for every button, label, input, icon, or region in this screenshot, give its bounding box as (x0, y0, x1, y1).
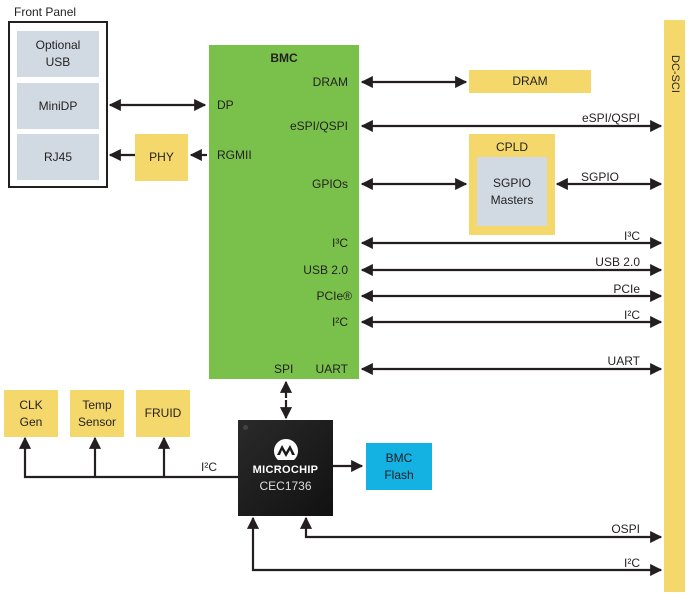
microchip-logo-icon (274, 439, 298, 460)
bus-label-sgpio: SGPIO (581, 170, 620, 184)
bus-label-i2c: I²C (624, 308, 640, 322)
bmc-port-uart: UART (315, 362, 348, 376)
bmc-port-dram: DRAM (312, 75, 348, 89)
wire-ospi (304, 522, 663, 544)
bus-label-espi: eSPI/QSPI (581, 111, 640, 125)
fruid-block: FRUID (136, 390, 190, 437)
dram-block: DRAM (469, 70, 591, 93)
bus-label-i3c: I³C (624, 229, 640, 243)
bus-label-usb: USB 2.0 (595, 255, 640, 269)
chip-part-number: CEC1736 (259, 479, 312, 493)
bus-label-i2c-bottom: I²C (624, 556, 640, 570)
bus-label-uart: UART (607, 354, 640, 368)
sgpio-masters-block: SGPIO Masters (477, 157, 547, 226)
front-panel-minidp: MiniDP (17, 83, 99, 129)
front-panel-title: Front Panel (14, 5, 77, 19)
front-panel-rj45: RJ45 (17, 134, 99, 180)
bmc-port-gpios: GPIOs (311, 177, 348, 191)
chip-brand: MICROCHIP (252, 464, 319, 476)
bmc-port-usb: USB 2.0 (303, 263, 348, 277)
cec1736-chip: MICROCHIP CEC1736 (238, 420, 333, 516)
bmc-flash-block: BMC Flash (366, 443, 432, 490)
cpld-title: CPLD (495, 140, 528, 154)
clk-gen-block: CLK Gen (4, 390, 58, 437)
bmc-port-i3c: I³C (332, 236, 348, 250)
bmc-title: BMC (270, 51, 298, 65)
dc-sci-bus (664, 20, 685, 592)
wire-i2c-bottom (251, 522, 663, 577)
bmc-port-espi: eSPI/QSPI (289, 119, 348, 133)
dc-sci-label: DC-SCI (669, 55, 681, 93)
front-panel-optional-usb: Optional USB (17, 31, 99, 77)
bmc-port-i2c: I²C (332, 315, 348, 329)
pin1-dot-icon (243, 425, 248, 430)
bus-label-ospi: OSPI (611, 522, 640, 536)
bmc-port-pcie: PCIe® (316, 289, 352, 303)
bus-label-i2c-left: I²C (201, 460, 217, 474)
bus-label-pcie: PCIe (613, 282, 640, 296)
phy-block: PHY (135, 134, 188, 181)
bmc-port-dp: DP (217, 98, 234, 112)
temp-sensor-block: Temp Sensor (70, 390, 124, 437)
bmc-port-spi: SPI (274, 362, 294, 376)
bmc-port-rgmii: RGMII (217, 148, 252, 162)
